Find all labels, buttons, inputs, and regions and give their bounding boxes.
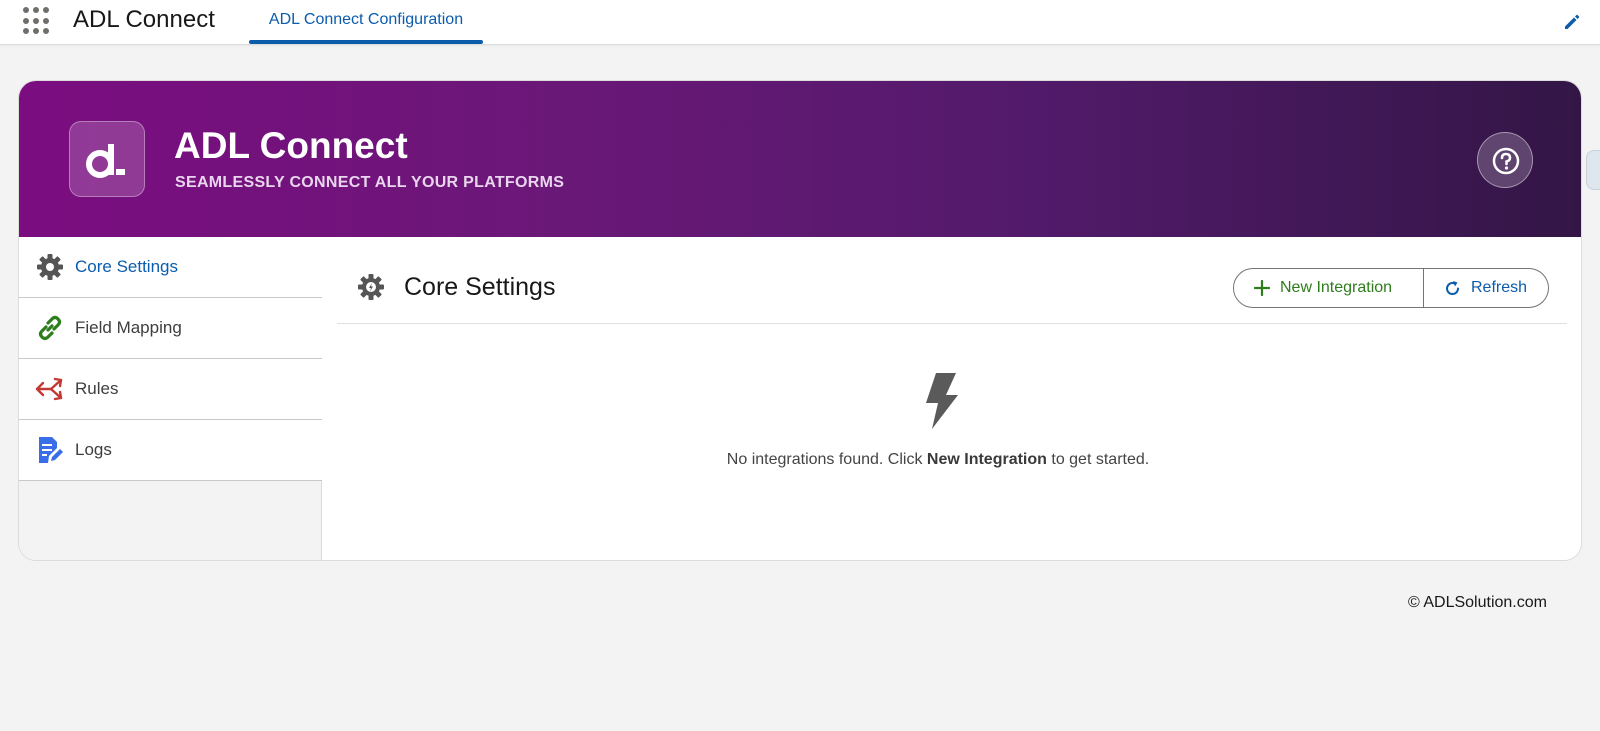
empty-text-part: to get started. [1046, 451, 1150, 468]
app-logo [69, 121, 145, 197]
new-integration-button[interactable]: New Integration [1233, 268, 1424, 308]
sidebar-item-logs[interactable]: Logs [19, 420, 322, 481]
header-divider [337, 323, 1567, 324]
footer-copyright: © ADLSolution.com [1408, 594, 1547, 611]
tab-adl-connect-configuration[interactable]: ADL Connect Configuration [249, 0, 483, 45]
sidebar-item-label: Logs [75, 440, 112, 459]
side-navigation: Core Settings Field Mapping Rules Logs [19, 237, 322, 560]
side-panel-toggle[interactable] [1586, 150, 1600, 190]
hero-subtitle: SEAMLESSLY CONNECT ALL YOUR PLATFORMS [175, 174, 565, 191]
page-title: Core Settings [404, 273, 556, 301]
sidebar-item-rules[interactable]: Rules [19, 359, 322, 420]
refresh-icon [1446, 280, 1460, 295]
sidebar-item-field-mapping[interactable]: Field Mapping [19, 298, 322, 359]
adl-logo-icon [86, 144, 125, 178]
refresh-label: Refresh [1471, 279, 1528, 296]
help-button[interactable] [1477, 132, 1533, 188]
hero-banner: ADL Connect SEAMLESSLY CONNECT ALL YOUR … [19, 81, 1581, 237]
gear-icon [37, 254, 63, 280]
content-panel: Core Settings New Integration Refresh No… [322, 237, 1581, 560]
sidebar-item-label: Rules [75, 379, 119, 398]
empty-text-emphasis: New Integration [926, 451, 1047, 468]
question-icon [1492, 147, 1520, 175]
plus-icon [1254, 280, 1270, 296]
action-button-group: New Integration Refresh [1233, 268, 1549, 308]
empty-state-message: No integrations found. Click New Integra… [322, 451, 1554, 469]
empty-text-part: No integrations found. Click [726, 451, 927, 468]
app-name: ADL Connect [73, 6, 215, 33]
sidebar-item-core-settings[interactable]: Core Settings [19, 237, 322, 298]
refresh-button[interactable]: Refresh [1424, 268, 1549, 308]
app-launcher-icon[interactable] [23, 7, 51, 35]
sidebar-item-label: Field Mapping [75, 318, 182, 337]
link-icon [38, 315, 62, 341]
gear-bolt-icon [358, 274, 384, 300]
document-edit-icon [39, 437, 63, 463]
sidebar-item-label: Core Settings [75, 257, 178, 276]
split-arrow-icon [35, 377, 63, 401]
hero-title: ADL Connect [174, 125, 408, 166]
main-card: ADL Connect SEAMLESSLY CONNECT ALL YOUR … [18, 80, 1582, 561]
pencil-icon[interactable] [1562, 12, 1582, 32]
new-integration-label: New Integration [1280, 279, 1393, 296]
lightning-bolt-icon [926, 373, 958, 429]
global-header: ADL Connect ADL Connect Configuration [0, 0, 1600, 45]
